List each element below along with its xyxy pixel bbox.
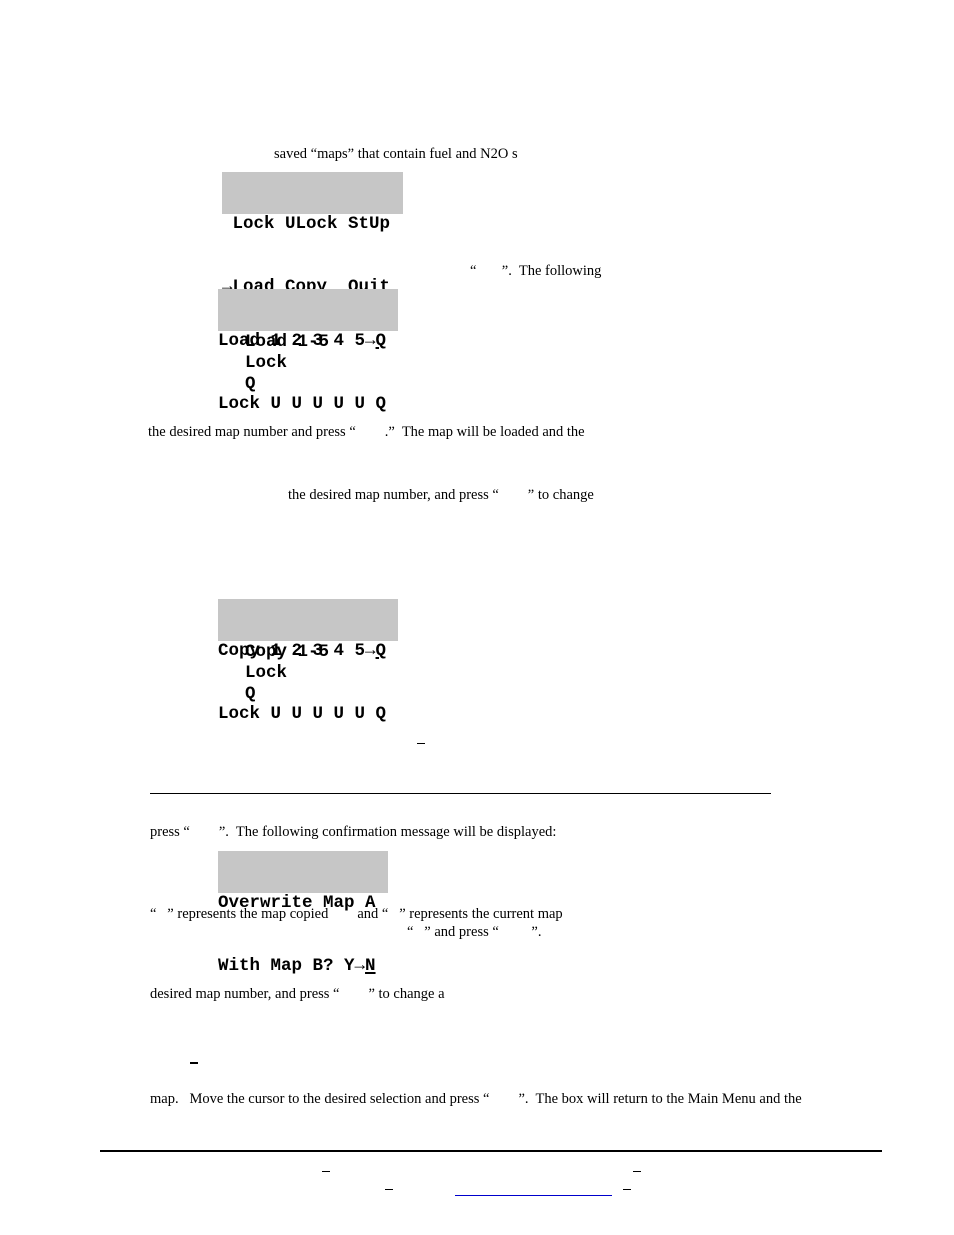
footer-link[interactable]	[455, 1195, 612, 1196]
cursor-position: N	[365, 956, 376, 976]
overwrite-confirm-lcd-display: Overwrite Map A With Map B? Y→N	[218, 851, 388, 976]
dash-mark	[417, 743, 425, 744]
lcd-row-2-end: Q	[375, 394, 387, 414]
lcd-row-2-text: Lock U U U U U	[218, 394, 376, 414]
footer-dash	[385, 1189, 393, 1190]
section-divider	[150, 793, 771, 794]
lcd-row-2: Lock U U U U U Q	[218, 394, 398, 415]
paragraph-change-lock: the desired map number, and press “ ” to…	[288, 487, 594, 503]
paragraph-represents: “ ” represents the map copied and “ ” re…	[150, 906, 563, 922]
lcd-row-2-end: Q	[375, 704, 387, 724]
load-legend-1: Load 1-5	[245, 332, 330, 352]
cursor-position: Q	[375, 331, 387, 351]
paragraph-and-press: “ ” and press “ ”.	[407, 924, 542, 940]
paragraph-confirmation: press “ ”. The following confirmation me…	[150, 824, 557, 840]
copy-menu-lcd-display: Copy 1 2 3 4 5→Q Lock U U U U U Q	[218, 599, 398, 724]
lcd-row-2: Lock U U U U U Q	[218, 704, 398, 725]
copy-legend-2: Lock	[245, 663, 288, 683]
footer-dash	[633, 1171, 641, 1172]
footer-dash	[322, 1171, 330, 1172]
paragraph-the-following: “ ”. The following	[470, 263, 602, 279]
main-menu-lcd-display: Lock ULock StUp →Load Copy Quit	[222, 172, 403, 297]
lcd-row-2-text: Lock U U U U U	[218, 704, 376, 724]
paragraph-map-loaded: the desired map number and press “ .” Th…	[148, 424, 585, 440]
dash-mark	[190, 1062, 198, 1064]
paragraph-saved-maps: saved “maps” that contain fuel and N2O s	[274, 146, 518, 162]
paragraph-main-menu-return: map. Move the cursor to the desired sele…	[150, 1091, 802, 1107]
copy-legend-1: Copy 1-5	[245, 642, 330, 662]
paragraph-change-a: desired map number, and press “ ” to cha…	[150, 986, 445, 1002]
lcd-row-1: Lock ULock StUp	[222, 214, 391, 234]
lcd-row-2: With Map B? Y→N	[218, 956, 388, 977]
load-legend-3: Q	[245, 374, 256, 394]
copy-legend-3: Q	[245, 684, 256, 704]
footer-dash	[623, 1189, 631, 1190]
footer-rule	[100, 1150, 882, 1152]
cursor-position: Q	[375, 641, 387, 661]
load-menu-lcd-display: Load 1 2 3 4 5→Q Lock U U U U U Q	[218, 289, 398, 414]
load-legend-2: Lock	[245, 353, 288, 373]
lcd-row-2-text: With Map B? Y→	[218, 956, 366, 976]
